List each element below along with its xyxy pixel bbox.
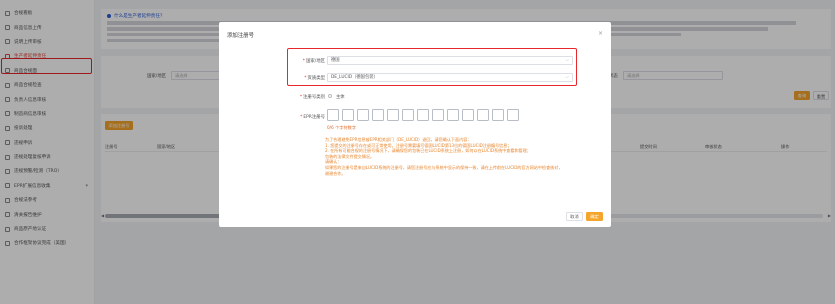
code-box[interactable] (431, 109, 444, 121)
code-box[interactable] (401, 109, 414, 121)
code-box[interactable] (327, 109, 339, 121)
code-box[interactable] (386, 109, 399, 121)
entity-radio-label[interactable]: 主体 (336, 94, 345, 100)
dialog-title: 添加注册号 (227, 33, 254, 39)
add-registration-dialog: 添加注册号 × *国家/地区 德国 ⌵ *资质类型 DE_LUCID（德国包装） ⌵… (219, 22, 611, 227)
entity-type-row: *注册号类别 主体 (219, 92, 611, 101)
code-box[interactable] (416, 109, 429, 121)
confirm-button[interactable]: 确定 (586, 212, 603, 221)
cancel-button[interactable]: 取消 (566, 212, 583, 221)
code-box[interactable] (341, 109, 354, 121)
entity-type-label: *注册号类别 (299, 94, 325, 100)
character-counter: 0/6 个字符数字 (327, 125, 357, 130)
code-box[interactable] (446, 109, 459, 121)
tips-text: 为了合理避免EPR信息被EPR相关部门（DE_LUCID）退回，请您确认下面内容… (325, 137, 563, 176)
code-box[interactable] (476, 109, 489, 121)
code-box[interactable] (506, 109, 519, 121)
dialog-highlight-box (287, 48, 577, 86)
code-box[interactable] (356, 109, 369, 121)
epr-code-input[interactable] (327, 109, 519, 121)
entity-radio[interactable] (328, 94, 333, 99)
epr-number-label: *EPR注册号 (300, 114, 325, 120)
code-box[interactable] (491, 109, 504, 121)
code-box[interactable] (461, 109, 474, 121)
close-icon[interactable]: × (598, 30, 603, 37)
code-box[interactable] (371, 109, 384, 121)
